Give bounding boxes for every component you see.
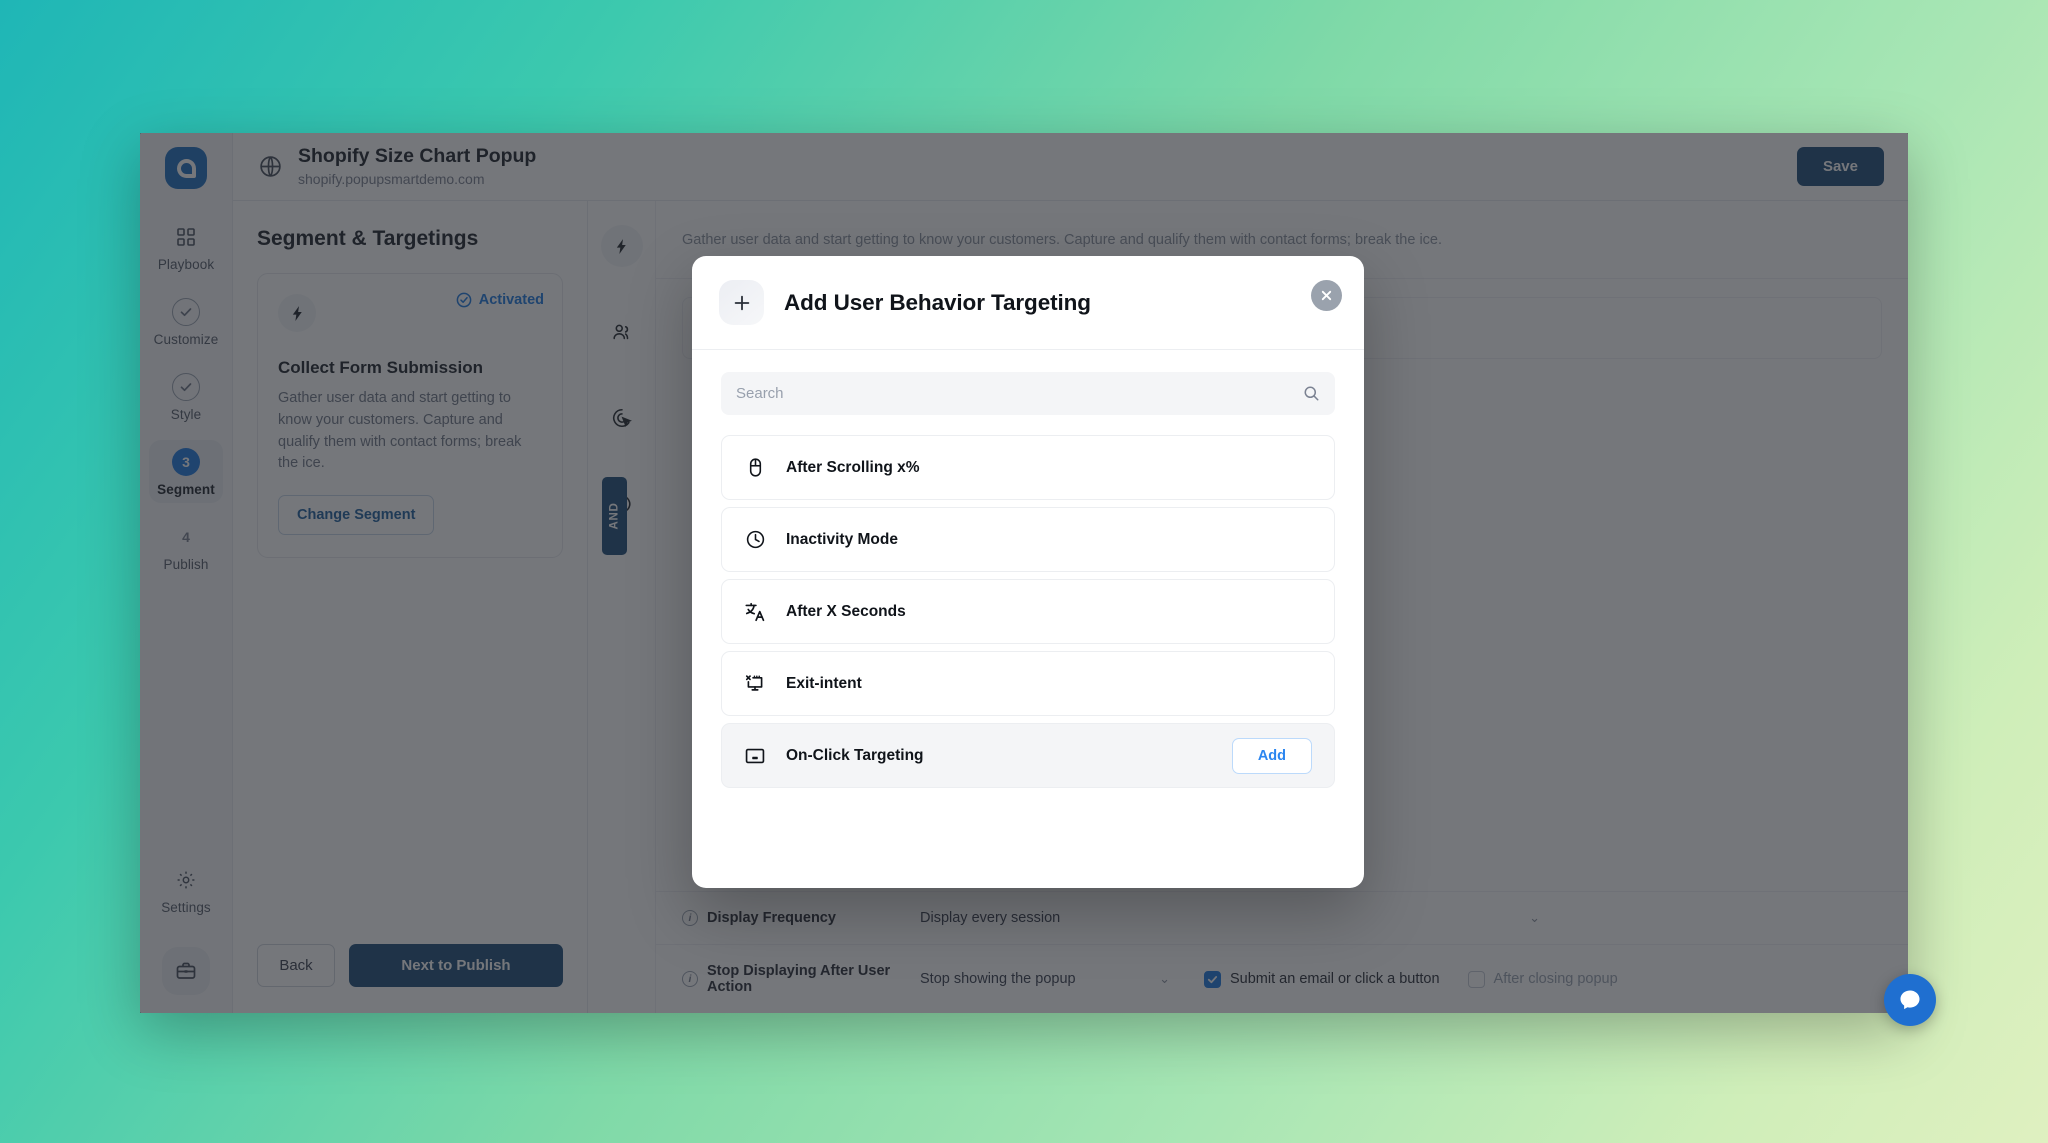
modal-title: Add User Behavior Targeting [784, 289, 1091, 315]
option-exit-intent[interactable]: Exit-intent [721, 651, 1335, 716]
messenger-icon[interactable] [1884, 974, 1936, 1026]
search-icon[interactable] [1303, 385, 1320, 402]
option-inactivity-mode[interactable]: Inactivity Mode [721, 507, 1335, 572]
option-after-scrolling[interactable]: After Scrolling x% [721, 435, 1335, 500]
monitor-exit-icon [742, 671, 768, 697]
modal-body: After Scrolling x% Inactivity Mode [692, 350, 1364, 888]
option-label: Inactivity Mode [786, 530, 898, 548]
behavior-option-list: After Scrolling x% Inactivity Mode After… [721, 435, 1335, 795]
option-label: After X Seconds [786, 602, 906, 620]
search-input[interactable] [736, 385, 1303, 402]
clock-icon [742, 527, 768, 553]
modal-header: Add User Behavior Targeting [692, 256, 1364, 350]
plus-icon [719, 280, 764, 325]
add-button[interactable]: Add [1231, 737, 1312, 774]
option-on-click-targeting[interactable]: On-Click Targeting Add [721, 723, 1335, 788]
search-field[interactable] [721, 372, 1335, 415]
option-label: On-Click Targeting [786, 746, 924, 764]
click-area-icon [742, 743, 768, 769]
add-user-behavior-targeting-modal: Add User Behavior Targeting After Scroll… [692, 256, 1364, 888]
option-label: Exit-intent [786, 674, 862, 692]
option-after-x-seconds[interactable]: After X Seconds [721, 579, 1335, 644]
mouse-icon [742, 455, 768, 481]
close-icon[interactable] [1311, 280, 1342, 311]
option-label: After Scrolling x% [786, 458, 920, 476]
translate-icon [742, 599, 768, 625]
